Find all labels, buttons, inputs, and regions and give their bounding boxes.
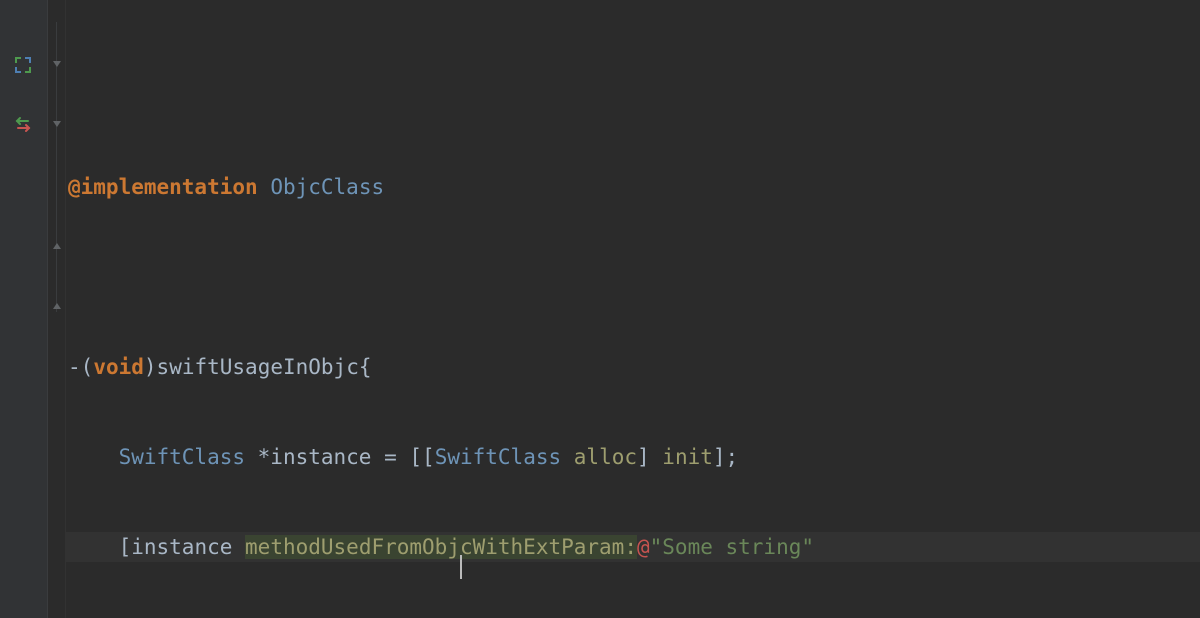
fold-start-icon[interactable] bbox=[51, 118, 63, 130]
method-call: methodUsedFromObj bbox=[245, 535, 460, 559]
code-line: SwiftClass *instance = [[SwiftClass allo… bbox=[66, 442, 1200, 472]
string-literal: "Some string" bbox=[650, 535, 814, 559]
enter-fullscreen-icon[interactable] bbox=[14, 56, 34, 76]
swap-icon[interactable] bbox=[14, 116, 34, 136]
keyword: @implementation bbox=[68, 175, 258, 199]
at-literal: @ bbox=[637, 535, 650, 559]
fold-end-icon[interactable] bbox=[51, 300, 63, 312]
editor[interactable]: @implementation ObjcClass -(void)swiftUs… bbox=[66, 0, 1200, 618]
type-name: SwiftClass bbox=[435, 445, 561, 469]
fold-column bbox=[48, 0, 66, 618]
method-decl: swiftUsageInObjc bbox=[157, 355, 359, 379]
code-line-current: [instance methodUsedFromObjcWithExtParam… bbox=[66, 532, 1200, 562]
method-call: alloc bbox=[574, 445, 637, 469]
code-line: @implementation ObjcClass bbox=[66, 172, 1200, 202]
code-line-blank bbox=[66, 262, 1200, 292]
type-name: ObjcClass bbox=[270, 175, 384, 199]
method-call: init bbox=[662, 445, 713, 469]
code-line: -(void)swiftUsageInObjc{ bbox=[66, 352, 1200, 382]
type-name: SwiftClass bbox=[119, 445, 245, 469]
gutter bbox=[0, 0, 48, 618]
fold-start-icon[interactable] bbox=[51, 58, 63, 70]
code-line-blank bbox=[66, 82, 1200, 112]
keyword: void bbox=[93, 355, 144, 379]
method-call: cWithExtParam: bbox=[460, 535, 637, 559]
fold-end-icon[interactable] bbox=[51, 240, 63, 252]
